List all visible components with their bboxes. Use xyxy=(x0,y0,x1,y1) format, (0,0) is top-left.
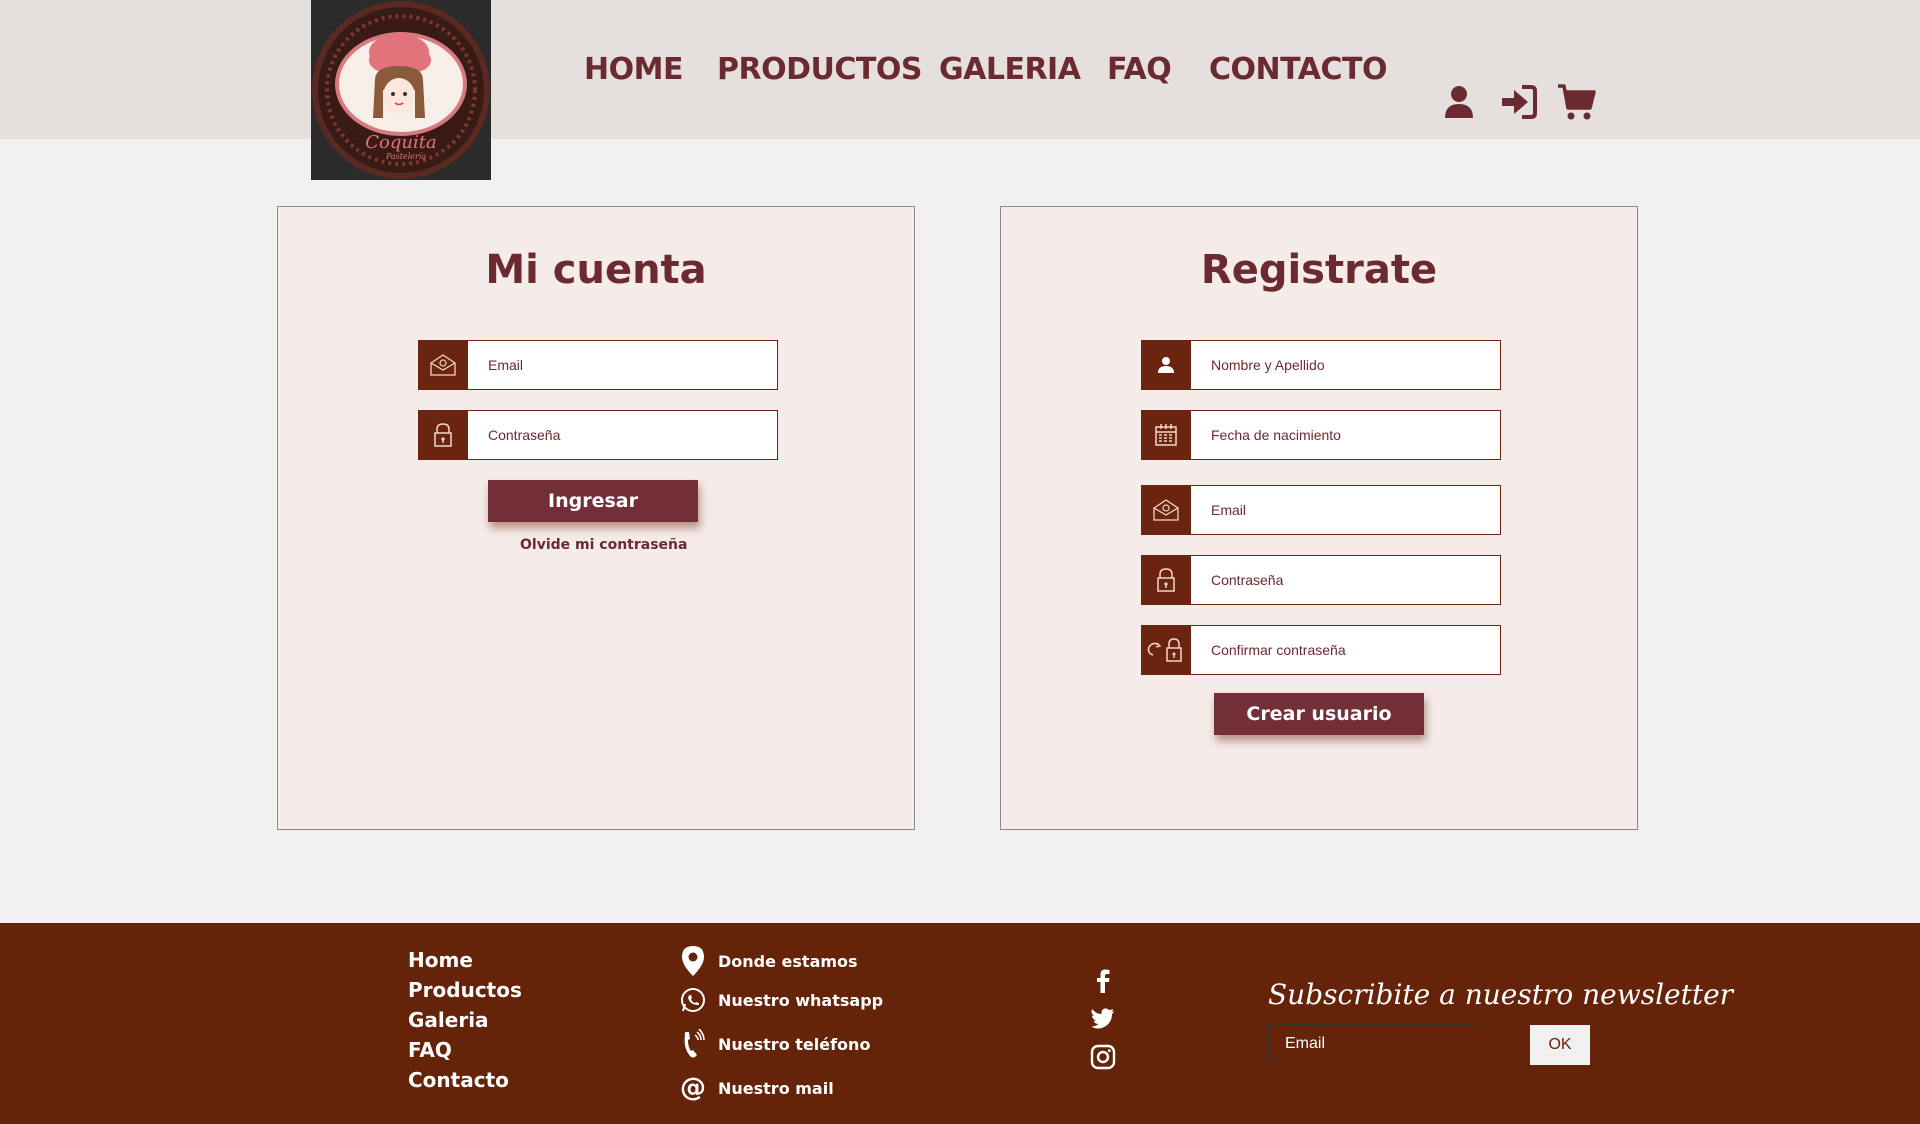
contact-whatsapp[interactable]: Nuestro whatsapp xyxy=(680,987,883,1013)
user-icon xyxy=(1141,340,1191,390)
register-title: Registrate xyxy=(1200,247,1438,293)
sign-in-icon[interactable] xyxy=(1498,82,1538,122)
login-email-field xyxy=(418,340,778,390)
envelope-icon xyxy=(1141,485,1191,535)
nav-home[interactable]: HOME xyxy=(584,52,683,87)
register-birthdate-field xyxy=(1141,410,1501,460)
contact-mail-label: Nuestro mail xyxy=(718,1078,834,1098)
register-email-field xyxy=(1141,485,1501,535)
footer-link-home[interactable]: Home xyxy=(408,948,473,972)
logo-subtext: Pastelería xyxy=(385,152,427,161)
contact-whatsapp-label: Nuestro whatsapp xyxy=(718,990,884,1010)
register-name-input[interactable] xyxy=(1190,340,1501,390)
register-password-field xyxy=(1141,555,1501,605)
nav-faq[interactable]: FAQ xyxy=(1107,52,1172,87)
login-password-input[interactable] xyxy=(467,410,778,460)
nav-productos[interactable]: PRODUCTOS xyxy=(717,52,922,87)
instagram-icon[interactable] xyxy=(1090,1044,1116,1070)
contact-mail[interactable]: @ Nuestro mail xyxy=(680,1073,834,1103)
site-footer xyxy=(0,923,1920,1124)
contact-location-label: Donde estamos xyxy=(718,951,858,971)
register-email-input[interactable] xyxy=(1190,485,1501,535)
register-card: Registrate Crear usuario xyxy=(1000,206,1638,830)
contact-phone-label: Nuestro teléfono xyxy=(718,1034,871,1054)
logo-text: Coquita xyxy=(365,132,437,153)
login-title: Mi cuenta xyxy=(485,247,707,293)
crear-usuario-button[interactable]: Crear usuario xyxy=(1214,693,1424,735)
twitter-icon[interactable] xyxy=(1090,1006,1116,1032)
at-icon: @ xyxy=(680,1073,706,1103)
contact-location[interactable]: Donde estamos xyxy=(680,945,858,977)
lock-refresh-icon xyxy=(1141,625,1191,675)
register-password-input[interactable] xyxy=(1190,555,1501,605)
register-confirm-field xyxy=(1141,625,1501,675)
register-birthdate-input[interactable] xyxy=(1190,410,1501,460)
register-confirm-input[interactable] xyxy=(1190,625,1501,675)
footer-link-contacto[interactable]: Contacto xyxy=(408,1068,509,1092)
newsletter-title: Subscribite a nuestro newsletter xyxy=(1268,978,1734,1011)
footer-link-galeria[interactable]: Galeria xyxy=(408,1008,489,1032)
cart-icon[interactable] xyxy=(1556,82,1596,122)
register-name-field xyxy=(1141,340,1501,390)
location-pin-icon xyxy=(682,946,704,976)
brand-logo[interactable]: Coquita Pastelería xyxy=(311,0,491,180)
lock-icon xyxy=(418,410,468,460)
footer-link-productos[interactable]: Productos xyxy=(408,978,522,1002)
calendar-icon xyxy=(1141,410,1191,460)
footer-link-faq[interactable]: FAQ xyxy=(408,1038,452,1062)
phone-icon xyxy=(684,1029,705,1058)
ingresar-button[interactable]: Ingresar xyxy=(488,480,698,522)
newsletter-email-input[interactable] xyxy=(1268,1024,1478,1064)
user-icon[interactable] xyxy=(1439,82,1479,122)
login-email-input[interactable] xyxy=(467,340,778,390)
facebook-icon[interactable] xyxy=(1090,968,1116,994)
login-password-field xyxy=(418,410,778,460)
envelope-icon xyxy=(418,340,468,390)
newsletter-ok-button[interactable]: OK xyxy=(1530,1025,1590,1065)
nav-contacto[interactable]: CONTACTO xyxy=(1209,52,1387,87)
nav-galeria[interactable]: GALERIA xyxy=(939,52,1081,87)
login-card: Mi cuenta Ingresar Olvide mi contraseña xyxy=(277,206,915,830)
whatsapp-icon xyxy=(681,988,705,1012)
contact-phone[interactable]: Nuestro teléfono xyxy=(680,1029,870,1059)
forgot-password-link[interactable]: Olvide mi contraseña xyxy=(520,537,687,553)
lock-icon xyxy=(1141,555,1191,605)
